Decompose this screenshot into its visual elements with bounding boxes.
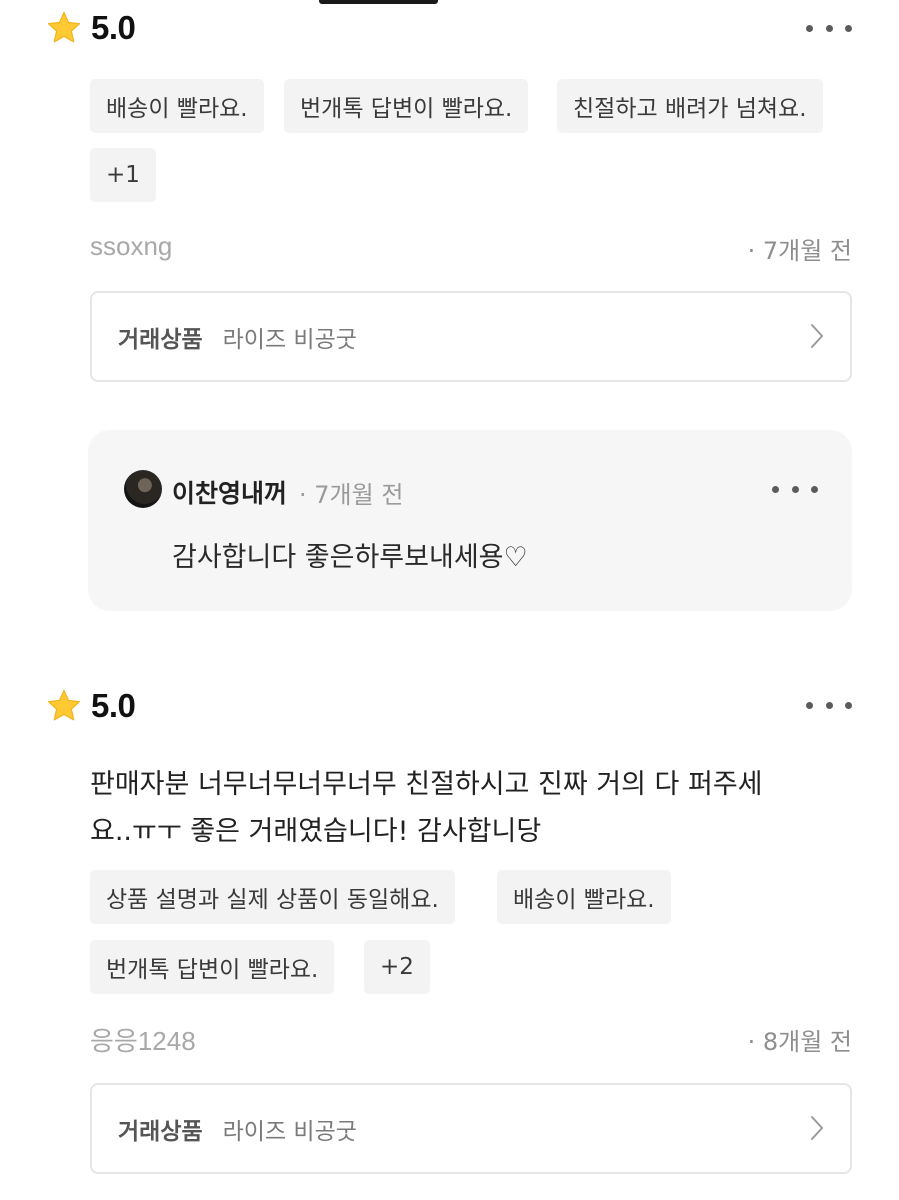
star-icon (47, 689, 81, 721)
more-options-button[interactable] (806, 695, 852, 715)
chevron-right-icon (811, 1116, 823, 1140)
chevron-right-icon (811, 324, 823, 348)
review-tag[interactable]: 번개톡 답변이 빨라요. (90, 940, 335, 994)
product-label: 거래상품 (118, 326, 203, 353)
more-icon-dot (811, 485, 818, 493)
star-icon (47, 11, 81, 43)
review-tag[interactable]: 상품 설명과 실제 상품이 동일해요. (90, 870, 455, 924)
more-icon (772, 485, 779, 493)
review-tag-more[interactable]: +2 (364, 940, 430, 994)
more-icon-dot (825, 701, 833, 709)
product-link[interactable]: 거래상품 라이즈 비공굿 (90, 291, 852, 382)
review-tag-more[interactable]: +1 (90, 148, 156, 202)
reply-text: 감사합니다 좋은하루보내세용♡ (172, 542, 528, 573)
more-options-button[interactable] (806, 18, 852, 38)
review-text-line: 판매자분 너무너무너무너무 친절하시고 진짜 거의 다 퍼주세 (90, 769, 763, 800)
more-icon-dot (845, 24, 852, 32)
reply-author[interactable]: 이찬영내꺼 (172, 474, 287, 510)
rating-score: 5.0 (91, 9, 136, 46)
more-icon (806, 24, 813, 32)
review-text-line: 요..ㅠㅜ 좋은 거래였습니다! 감사합니당 (90, 816, 542, 847)
review-author: 응응1248 (90, 1026, 196, 1056)
reply-more-options-button[interactable] (772, 479, 818, 499)
review-time: · 7개월 전 (747, 237, 852, 265)
more-icon-dot (825, 24, 833, 32)
review-author: ssoxng (90, 231, 173, 261)
more-icon (806, 701, 813, 709)
product-name: 라이즈 비공굿 (222, 326, 357, 353)
review-tag[interactable]: 배송이 빨라요. (497, 870, 671, 924)
review-tag[interactable]: 번개톡 답변이 빨라요. (284, 79, 529, 133)
review-item: 5.0 판매자분 너무너무너무너무 친절하시고 진짜 거의 다 퍼주세 요..ㅠ… (0, 680, 899, 1200)
more-icon-dot (845, 701, 852, 709)
rating-score: 5.0 (91, 687, 136, 724)
rating: 5.0 (46, 686, 136, 726)
seller-reply: 이찬영내꺼 · 7개월 전 감사합니다 좋은하루보내세용♡ (88, 430, 852, 611)
review-time: · 8개월 전 (747, 1028, 852, 1056)
avatar[interactable] (124, 470, 162, 508)
product-label: 거래상품 (118, 1118, 203, 1145)
more-icon-dot (791, 485, 799, 493)
product-name: 라이즈 비공굿 (222, 1118, 357, 1145)
reply-time: · 7개월 전 (299, 481, 404, 509)
review-tag[interactable]: 배송이 빨라요. (90, 79, 264, 133)
review-item: 5.0 배송이 빨라요. 번개톡 답변이 빨라요. 친절하고 배려가 넘쳐요. … (0, 0, 899, 620)
product-link[interactable]: 거래상품 라이즈 비공굿 (90, 1083, 852, 1174)
review-tag[interactable]: 친절하고 배려가 넘쳐요. (557, 79, 823, 133)
rating: 5.0 (46, 8, 136, 48)
